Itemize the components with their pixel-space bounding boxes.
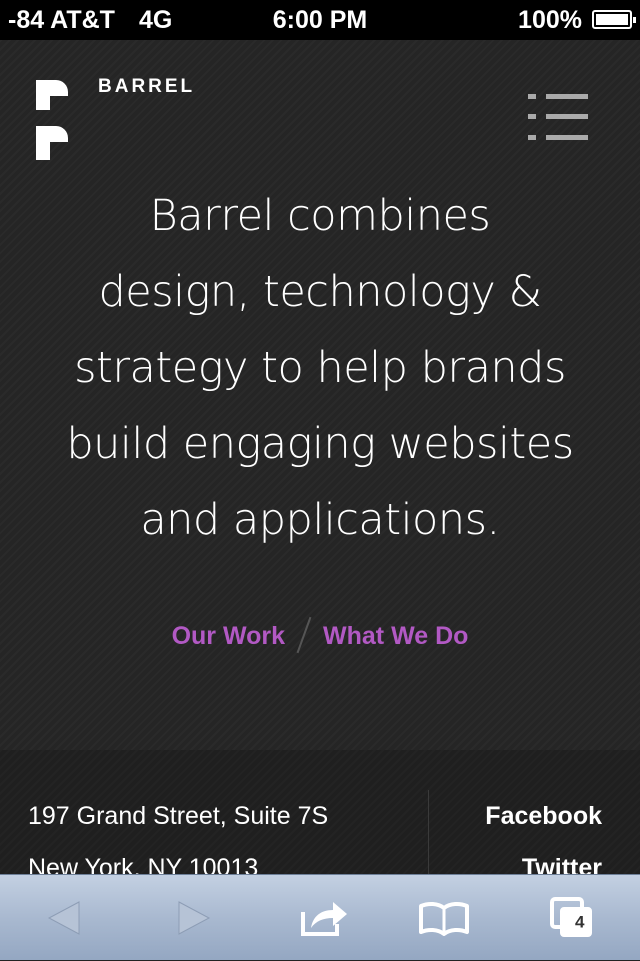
facebook-link[interactable]: Facebook — [485, 802, 602, 831]
tabs-count: 4 — [574, 912, 585, 932]
hero-line: design, technology & — [98, 267, 542, 317]
hamburger-menu-icon[interactable] — [528, 94, 588, 142]
bookmarks-book-icon — [419, 901, 469, 936]
barrel-logo-icon[interactable] — [36, 80, 68, 160]
battery-percent: 100% — [518, 6, 582, 34]
our-work-link[interactable]: Our Work — [172, 622, 285, 650]
back-button[interactable] — [14, 875, 114, 961]
safari-toolbar: 4 — [0, 874, 640, 960]
website-content: BARREL Barrel combines design, technolog… — [0, 40, 640, 750]
hero-tagline: Barrel combines design, technology & str… — [20, 178, 620, 558]
address-line-2: New York, NY 10013 — [28, 854, 259, 875]
brand-name[interactable]: BARREL — [98, 76, 195, 98]
address-line-1: 197 Grand Street, Suite 7S — [28, 802, 329, 830]
site-footer: 197 Grand Street, Suite 7S New York, NY … — [0, 750, 640, 875]
hero-line: Barrel combines — [149, 191, 491, 241]
tabs-button[interactable]: 4 — [522, 875, 622, 961]
back-arrow-icon — [47, 901, 80, 935]
primary-nav: Our Work What We Do — [0, 616, 640, 654]
status-bar: -84 AT&T 4G 6:00 PM 100% — [0, 0, 640, 40]
what-we-do-link[interactable]: What We Do — [323, 622, 468, 650]
footer-divider — [428, 790, 429, 875]
nav-separator — [296, 616, 312, 654]
hero-line: and applications. — [140, 495, 500, 545]
forward-arrow-icon — [178, 901, 211, 935]
twitter-link[interactable]: Twitter — [522, 854, 602, 875]
battery-icon — [592, 10, 636, 29]
hero-line: strategy to help brands — [74, 343, 566, 393]
hero-line: build engaging websites — [66, 419, 574, 469]
share-icon — [301, 902, 347, 936]
forward-button[interactable] — [144, 875, 244, 961]
bookmarks-button[interactable] — [394, 875, 494, 961]
share-button[interactable] — [274, 875, 374, 961]
